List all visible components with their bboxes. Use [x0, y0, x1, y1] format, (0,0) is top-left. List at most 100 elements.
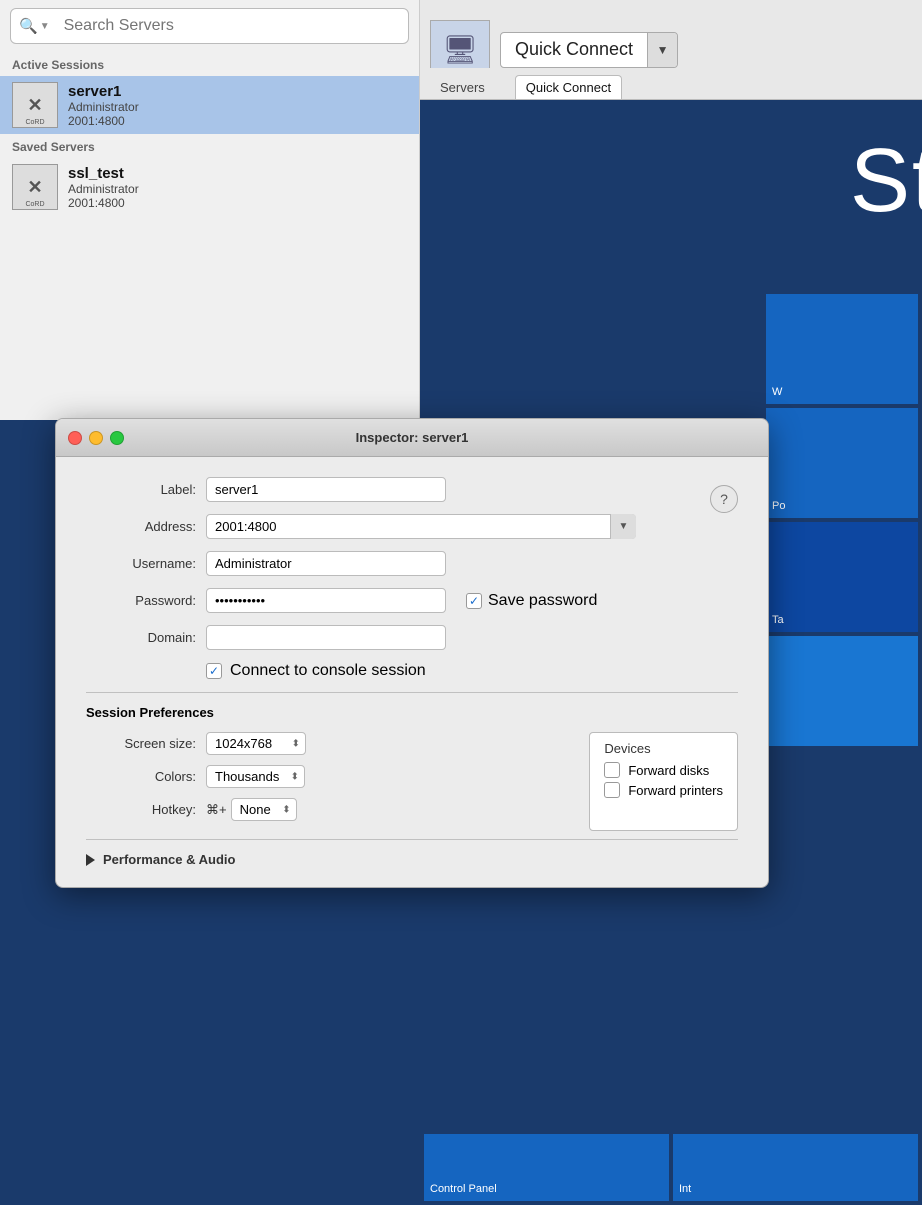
forward-disks-label: Forward disks — [628, 763, 709, 778]
address-input[interactable] — [206, 514, 636, 539]
label-field-label: Label: — [86, 482, 196, 497]
inspector-title: Inspector: server1 — [356, 430, 469, 445]
server-item-server1[interactable]: ✕ CoRD server1 Administrator 2001:4800 — [0, 76, 419, 134]
forward-disks-row: Forward disks — [604, 762, 723, 778]
bottom-tile-cp-label: Control Panel — [430, 1183, 497, 1195]
tile-ta[interactable]: Ta — [766, 522, 918, 632]
server-info-ssl-test: ssl_test Administrator 2001:4800 — [68, 165, 139, 210]
screen-size-select-wrapper: 640x480 800x600 1024x768 1280x1024 Full … — [206, 732, 306, 755]
server-x-icon: ✕ — [27, 95, 42, 116]
screen-size-row: Screen size: 640x480 800x600 1024x768 12… — [86, 732, 439, 755]
save-password-row: Save password — [466, 592, 597, 610]
quick-connect-label: Quick Connect — [501, 39, 647, 60]
server-info-server1: server1 Administrator 2001:4800 — [68, 83, 139, 128]
tile-ctrl[interactable] — [766, 636, 918, 746]
domain-input[interactable] — [206, 625, 446, 650]
minimize-button[interactable] — [89, 431, 103, 445]
username-field-label: Username: — [86, 556, 196, 571]
address-wrapper: ▼ — [206, 514, 636, 539]
inspector-window: Inspector: server1 ? Label: Address: ▼ U… — [55, 418, 769, 888]
server-user-ssl: Administrator — [68, 182, 139, 196]
monitor-icon: 🖥 — [442, 33, 478, 66]
close-button[interactable] — [68, 431, 82, 445]
quick-connect-dropdown-arrow[interactable]: ▼ — [647, 32, 677, 68]
domain-row: Domain: — [86, 625, 738, 650]
colors-select-wrapper: 256 Thousands Millions — [206, 765, 305, 788]
server-user: Administrator — [68, 100, 139, 114]
hotkey-label: Hotkey: — [86, 802, 196, 817]
colors-label: Colors: — [86, 769, 196, 784]
hotkey-row: Hotkey: ⌘+ None F1 F2 F3 F4 — [86, 798, 439, 821]
tile-po[interactable]: Po — [766, 408, 918, 518]
screen-size-label: Screen size: — [86, 736, 196, 751]
search-dropdown-arrow[interactable]: ▼ — [40, 21, 50, 32]
prefs-left: Screen size: 640x480 800x600 1024x768 12… — [86, 732, 439, 831]
address-row: Address: ▼ — [86, 514, 738, 539]
username-row: Username: — [86, 551, 738, 576]
save-password-label: Save password — [488, 592, 597, 610]
cord-label-ssl: CoRD — [25, 201, 44, 208]
server-item-ssl-test[interactable]: ✕ CoRD ssl_test Administrator 2001:4800 — [0, 158, 419, 216]
label-row: Label: — [86, 477, 738, 502]
tab-strip: Servers Quick Connect — [420, 68, 922, 100]
label-input[interactable] — [206, 477, 446, 502]
start-text: Start — [850, 130, 922, 233]
tile-w-label: W — [772, 386, 782, 398]
console-session-label: Connect to console session — [230, 662, 426, 680]
devices-title: Devices — [604, 741, 723, 756]
tile-po-label: Po — [772, 500, 785, 512]
tiles-area: W Po Ta — [762, 290, 922, 750]
inspector-titlebar: Inspector: server1 — [56, 419, 768, 457]
search-icon-wrapper: 🔍 ▼ — [19, 17, 50, 35]
triangle-icon — [86, 854, 95, 866]
inspector-body: ? Label: Address: ▼ Username: Password: — [56, 457, 768, 887]
forward-printers-label: Forward printers — [628, 783, 723, 798]
domain-field-label: Domain: — [86, 630, 196, 645]
tile-w[interactable]: W — [766, 294, 918, 404]
bottom-tile-int[interactable]: Int — [673, 1134, 918, 1201]
password-row: Password: Save password — [86, 588, 738, 613]
forward-disks-checkbox[interactable] — [604, 762, 620, 778]
username-input[interactable] — [206, 551, 446, 576]
search-magnifier-icon: 🔍 — [19, 17, 38, 35]
left-panel: 🔍 ▼ Active Sessions ✕ CoRD server1 Admin… — [0, 0, 420, 420]
colors-select[interactable]: 256 Thousands Millions — [206, 765, 305, 788]
bottom-tiles-area: Control Panel Int — [420, 1130, 922, 1205]
tab-quick-connect[interactable]: Quick Connect — [515, 75, 622, 99]
divider-1 — [86, 692, 738, 693]
bottom-tile-cp[interactable]: Control Panel — [424, 1134, 669, 1201]
cord-label: CoRD — [25, 119, 44, 126]
hotkey-symbol: ⌘+ — [206, 802, 227, 818]
server-icon-server1: ✕ CoRD — [12, 82, 58, 128]
forward-printers-row: Forward printers — [604, 782, 723, 798]
server-icon-ssl-test: ✕ CoRD — [12, 164, 58, 210]
quick-connect-button[interactable]: Quick Connect ▼ — [500, 32, 678, 68]
search-input[interactable] — [56, 13, 400, 39]
screen-size-select[interactable]: 640x480 800x600 1024x768 1280x1024 Full … — [206, 732, 306, 755]
help-icon[interactable]: ? — [710, 485, 738, 513]
server-name-ssl: ssl_test — [68, 165, 139, 182]
tab-servers[interactable]: Servers — [430, 76, 495, 99]
maximize-button[interactable] — [110, 431, 124, 445]
search-bar: 🔍 ▼ — [10, 8, 409, 44]
address-field-label: Address: — [86, 519, 196, 534]
address-dropdown-button[interactable]: ▼ — [610, 514, 636, 539]
traffic-lights — [68, 431, 124, 445]
save-password-checkbox[interactable] — [466, 593, 482, 609]
password-input[interactable] — [206, 588, 446, 613]
hotkey-select[interactable]: None F1 F2 F3 F4 — [231, 798, 297, 821]
saved-servers-header: Saved Servers — [0, 134, 419, 158]
prefs-main: Screen size: 640x480 800x600 1024x768 12… — [86, 732, 738, 831]
session-prefs-title: Session Preferences — [86, 705, 738, 720]
perf-audio-label: Performance & Audio — [103, 852, 235, 867]
console-session-checkbox[interactable] — [206, 663, 222, 679]
password-field-label: Password: — [86, 593, 196, 608]
server-name: server1 — [68, 83, 139, 100]
divider-2 — [86, 839, 738, 840]
hotkey-select-wrapper: None F1 F2 F3 F4 — [231, 798, 297, 821]
forward-printers-checkbox[interactable] — [604, 782, 620, 798]
performance-audio-section[interactable]: Performance & Audio — [86, 852, 738, 867]
tile-ta-label: Ta — [772, 614, 784, 626]
devices-panel: Devices Forward disks Forward printers — [589, 732, 738, 831]
bottom-tile-int-label: Int — [679, 1183, 691, 1195]
